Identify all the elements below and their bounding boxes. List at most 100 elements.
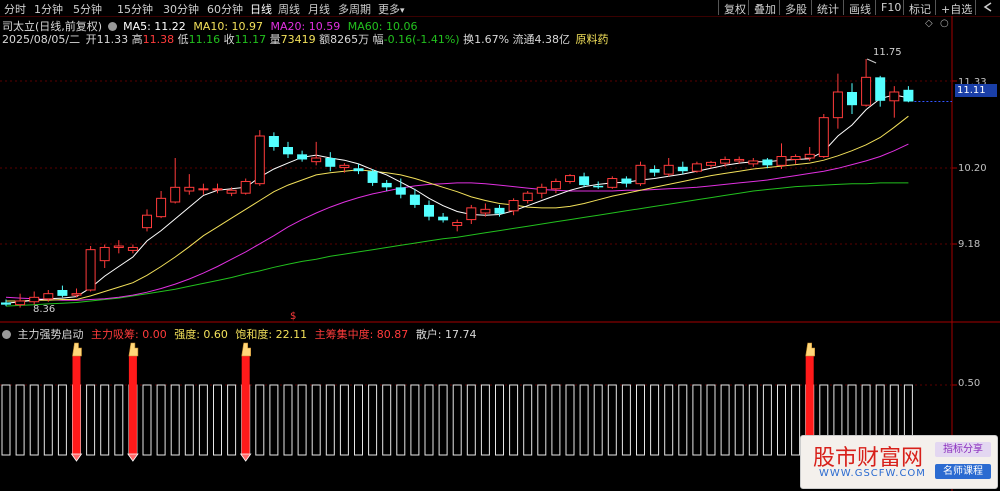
candle-body-up — [748, 160, 759, 165]
candle-body-up — [184, 186, 195, 192]
watermark-tag-course: 名师课程 — [935, 464, 991, 479]
indicator-bar — [692, 384, 702, 456]
indicator-bar — [509, 384, 519, 456]
indicator-bar — [565, 384, 575, 456]
indicator-bar — [339, 384, 349, 456]
candle-body-up — [240, 180, 251, 194]
indicator-bar — [424, 384, 434, 456]
candle-body-up — [889, 91, 900, 102]
candle-body-down — [903, 89, 914, 102]
candle-body-up — [311, 157, 322, 163]
candle-body-down — [297, 154, 308, 160]
indicator-bar — [579, 384, 589, 456]
signal-hand-icon — [805, 342, 815, 357]
candle-body-up — [452, 222, 463, 226]
indicator-bar — [57, 384, 67, 456]
indicator-bar — [621, 384, 631, 456]
candle-body-up — [861, 76, 872, 106]
candle-body-up — [565, 175, 575, 182]
watermark-url: WWW.GSCFW.COM — [819, 468, 926, 479]
candle-body-up — [113, 245, 124, 248]
candle-body-up — [706, 161, 716, 166]
candle-body-up — [480, 208, 491, 214]
candle-body-up — [536, 186, 547, 194]
candle-body-up — [29, 296, 40, 303]
indicator-bar — [551, 384, 561, 456]
candle-body-up — [142, 214, 152, 229]
indicator-axis-label: 0.50 — [958, 378, 981, 389]
indicator-bar — [114, 384, 124, 456]
signal-diamond-icon — [239, 453, 252, 462]
indicator-bar — [297, 384, 307, 456]
candle-body-down — [875, 77, 886, 101]
candle-body-up — [818, 117, 829, 158]
candle-body-down — [367, 171, 378, 183]
signal-bar — [128, 356, 137, 455]
current-price-tag: 11.11 — [955, 84, 997, 97]
indicator-bar — [791, 384, 801, 456]
candle-body-down — [847, 92, 857, 106]
dollar-marker: $ — [290, 311, 297, 322]
kline-chart[interactable] — [0, 0, 1000, 491]
indicator-bar — [170, 384, 180, 456]
min-price-marker: 8.36 — [33, 304, 56, 315]
indicator-bar — [325, 384, 335, 456]
indicator-bar — [748, 384, 758, 456]
price-axis-label: 9.18 — [958, 239, 981, 250]
candle-body-up — [99, 246, 110, 262]
indicator-bar — [43, 384, 53, 456]
candle-body-down — [621, 178, 632, 184]
indicator-retail: 散户: 17.74 — [415, 328, 477, 341]
indicator-bar — [86, 384, 96, 456]
candle-body-up — [127, 246, 138, 251]
signal-bar — [241, 356, 250, 455]
candle-body-down — [494, 207, 505, 214]
signal-hand-icon — [241, 342, 251, 357]
candle-body-up — [607, 178, 618, 188]
candle-body-down — [762, 159, 773, 166]
candle-body-up — [550, 180, 561, 190]
candle-body-up — [635, 164, 646, 185]
candle-body-up — [339, 164, 350, 169]
candle-body-down — [424, 204, 434, 217]
candle-body-down — [649, 169, 660, 173]
indicator-bar — [354, 384, 363, 456]
indicator-bar — [396, 384, 406, 456]
candle-body-down — [268, 136, 279, 147]
signal-bar — [72, 356, 81, 455]
signal-hand-icon — [128, 342, 139, 357]
site-watermark-logo: 股市财富网 WWW.GSCFW.COM 指标分享 名师课程 — [800, 435, 998, 489]
indicator-bar — [438, 384, 448, 456]
candle-body-up — [212, 188, 223, 191]
indicator-strength: 强度: 0.60 — [174, 328, 228, 341]
candle-body-up — [663, 164, 674, 175]
candle-body-up — [804, 153, 815, 159]
candle-body-down — [677, 166, 688, 172]
indicator-bar — [227, 384, 237, 456]
indicator-bar — [382, 384, 392, 456]
signal-diamond-icon — [127, 453, 139, 462]
max-price-marker: 11.75 — [873, 47, 902, 58]
indicator-bar — [706, 384, 716, 456]
indicator-bar — [720, 384, 730, 456]
candle-body-down — [593, 185, 604, 188]
indicator-settings-icon[interactable] — [2, 330, 11, 339]
indicator-bar — [213, 384, 222, 456]
candle-body-down — [395, 187, 406, 195]
indicator-bar — [100, 384, 110, 456]
indicator-bar — [269, 384, 279, 456]
indicator-bar — [1, 384, 11, 456]
price-axis-label: 10.20 — [958, 163, 987, 174]
indicator-legend: 主力强势启动 主力吸筹: 0.00 强度: 0.60 饱和度: 22.11 主筹… — [2, 326, 477, 342]
candle-body-up — [466, 207, 477, 221]
indicator-bar — [410, 384, 420, 456]
candle-body-up — [156, 197, 167, 218]
indicator-bar — [255, 384, 265, 456]
indicator-concentration: 主筹集中度: 80.87 — [314, 328, 409, 341]
candle-body-up — [198, 188, 209, 191]
indicator-bar — [311, 384, 321, 456]
indicator-bar — [495, 384, 504, 456]
candle-body-up — [832, 91, 843, 119]
indicator-saturation: 饱和度: 22.11 — [235, 328, 308, 341]
candle-body-up — [691, 163, 702, 172]
